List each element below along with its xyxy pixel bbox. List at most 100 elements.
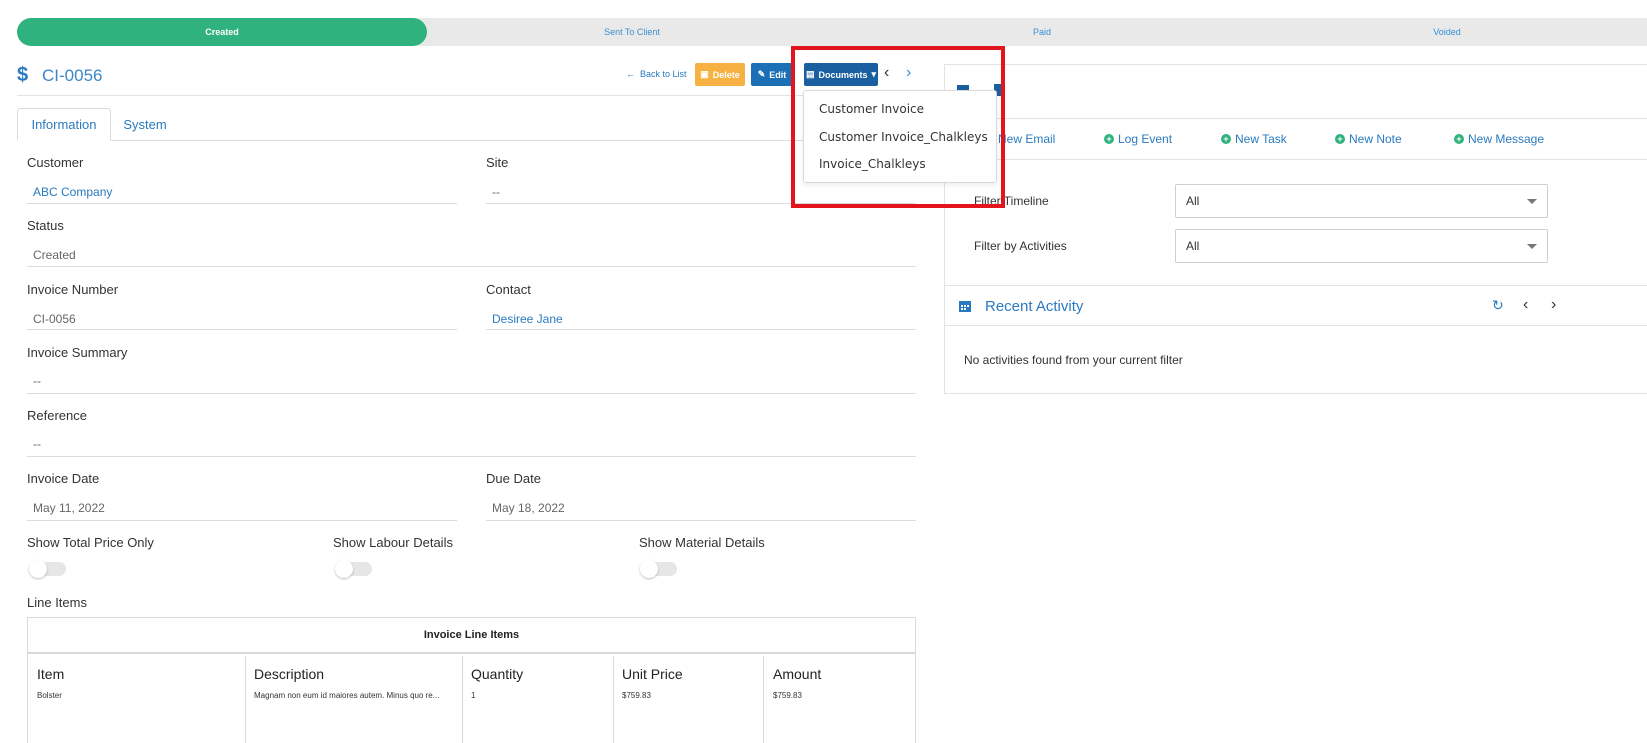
show-material-details-toggle[interactable] — [640, 560, 677, 578]
show-labour-details-toggle[interactable] — [335, 560, 372, 578]
invoice-date-value: May 11, 2022 — [33, 501, 105, 515]
due-date-value: May 18, 2022 — [492, 501, 565, 515]
caret-down-icon — [1527, 244, 1537, 249]
documents-dropdown-menu: Customer Invoice Customer Invoice_Chalkl… — [803, 90, 997, 183]
column-header-item: Item — [37, 666, 65, 682]
step-label: Voided — [1433, 27, 1461, 37]
status-value: Created — [33, 248, 76, 262]
site-value: -- — [492, 185, 500, 199]
table-cell-quantity: 1 — [471, 691, 476, 700]
menu-item-invoice-chalkleys[interactable]: Invoice_Chalkleys — [819, 157, 926, 171]
menu-item-customer-invoice[interactable]: Customer Invoice — [819, 102, 924, 116]
field-underline — [486, 203, 916, 204]
new-message-button[interactable]: + New Message — [1454, 132, 1544, 146]
step-voided[interactable]: Voided — [1227, 18, 1647, 46]
trash-icon: ▣ — [700, 69, 709, 79]
field-underline — [486, 329, 916, 330]
contact-value[interactable]: Desiree Jane — [492, 312, 563, 326]
invoice-date-label: Invoice Date — [27, 471, 100, 486]
select-value: All — [1186, 239, 1200, 253]
step-sent-to-client[interactable]: Sent To Client — [407, 18, 837, 46]
line-items-table: Invoice Line Items Item Description Quan… — [27, 617, 916, 743]
contact-label: Contact — [486, 282, 531, 297]
documents-button[interactable]: ▤ Documents ▾ — [804, 63, 878, 86]
tab-information[interactable]: Information — [17, 108, 111, 141]
action-label: Log Event — [1118, 132, 1173, 146]
reference-label: Reference — [27, 408, 87, 423]
line-items-label: Line Items — [27, 595, 87, 610]
table-cell-unit-price: $759.83 — [622, 691, 651, 700]
file-icon: ▤ — [805, 69, 815, 79]
new-task-button[interactable]: + New Task — [1221, 132, 1287, 146]
panel-divider — [944, 118, 1647, 119]
column-header-amount: Amount — [773, 666, 822, 682]
column-divider — [613, 656, 614, 743]
field-underline — [27, 520, 457, 521]
reference-value: -- — [33, 437, 41, 451]
show-total-price-toggle[interactable] — [29, 560, 66, 578]
chevron-left-icon[interactable]: ‹ — [1523, 296, 1528, 314]
step-paid[interactable]: Paid — [817, 18, 1247, 46]
invoice-summary-label: Invoice Summary — [27, 345, 128, 360]
log-event-button[interactable]: + Log Event — [1104, 132, 1172, 146]
empty-activities-message: No activities found from your current fi… — [964, 353, 1183, 367]
panel-divider — [944, 325, 1647, 326]
delete-button[interactable]: ▣ Delete — [695, 63, 745, 86]
filter-timeline-select[interactable]: All — [1175, 184, 1548, 218]
field-underline — [27, 329, 457, 330]
back-to-list-link[interactable]: ← Back to List — [626, 69, 687, 79]
customer-label: Customer — [27, 155, 84, 170]
caret-down-icon — [1527, 199, 1537, 204]
table-caption: Invoice Line Items — [28, 618, 915, 654]
plus-circle-icon: + — [1221, 134, 1231, 144]
step-label: Paid — [1032, 27, 1051, 37]
action-label: New Message — [1468, 132, 1545, 146]
calendar-icon — [959, 301, 971, 312]
refresh-icon[interactable]: ↻ — [1492, 297, 1504, 314]
arrow-left-icon: ← — [626, 69, 635, 79]
filter-activities-select[interactable]: All — [1175, 229, 1548, 263]
tab-system[interactable]: System — [112, 108, 178, 141]
column-header-quantity: Quantity — [471, 666, 524, 682]
show-labour-details-label: Show Labour Details — [333, 535, 453, 550]
invoice-number-label: Invoice Number — [27, 282, 119, 297]
recent-activity-title: Recent Activity — [985, 298, 1084, 315]
edit-button[interactable]: ✎ Edit — [751, 63, 793, 86]
dollar-icon: $ — [17, 64, 29, 86]
invoice-number-value: CI-0056 — [33, 312, 76, 326]
back-label: Back to List — [640, 69, 687, 79]
select-value: All — [1186, 194, 1200, 208]
pencil-icon: ✎ — [757, 69, 766, 79]
panel-divider — [944, 285, 1647, 286]
caret-down-icon: ▾ — [871, 69, 877, 79]
page-header: $ CI-0056 — [17, 64, 102, 87]
invoice-summary-value: -- — [33, 374, 41, 388]
delete-label: Delete — [712, 69, 740, 80]
divider — [17, 95, 939, 96]
step-created[interactable]: Created — [17, 18, 427, 46]
action-label: New Note — [1349, 132, 1402, 146]
edit-label: Edit — [769, 69, 787, 80]
new-email-button[interactable]: New Email — [998, 132, 1055, 146]
action-label: New Email — [998, 132, 1056, 146]
show-total-price-label: Show Total Price Only — [27, 535, 154, 550]
site-label: Site — [486, 155, 509, 170]
chevron-right-icon[interactable]: › — [1551, 296, 1556, 314]
plus-circle-icon: + — [1335, 134, 1345, 144]
field-underline — [27, 456, 916, 457]
status-progress: Voided Paid Sent To Client Created — [17, 18, 1647, 46]
step-label: Created — [205, 27, 239, 37]
column-divider — [245, 656, 246, 743]
show-material-details-label: Show Material Details — [639, 535, 765, 550]
customer-value[interactable]: ABC Company — [33, 185, 112, 199]
new-note-button[interactable]: + New Note — [1335, 132, 1402, 146]
panel-divider — [944, 159, 1647, 160]
menu-item-customer-invoice-chalkleys[interactable]: Customer Invoice_Chalkleys — [819, 130, 988, 144]
chevron-right-icon[interactable]: › — [906, 64, 911, 82]
table-cell-description: Magnam non eum id maiores autem. Minus q… — [254, 691, 440, 700]
column-header-unit-price: Unit Price — [622, 666, 683, 682]
page-title: CI-0056 — [42, 65, 103, 85]
step-label: Sent To Client — [604, 27, 660, 37]
column-header-description: Description — [254, 666, 325, 682]
chevron-left-icon[interactable]: ‹ — [884, 64, 889, 82]
